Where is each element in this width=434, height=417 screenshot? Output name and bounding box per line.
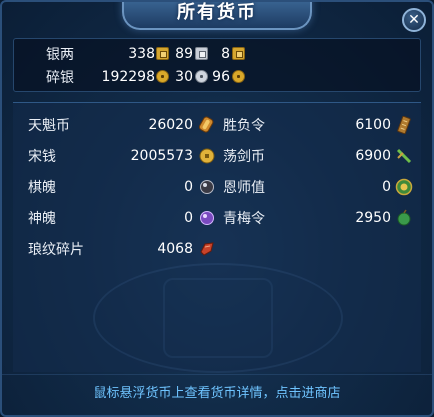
window-title: 所有货币 xyxy=(177,2,257,23)
broken-silver-amount-c: 96 xyxy=(212,69,230,85)
red-fragment-icon xyxy=(200,242,214,256)
chess-stone-icon xyxy=(200,180,214,194)
currency-grid: 天魁币 26020 胜负令 6100 宋钱 2005573 荡剑币 6900 棋… xyxy=(13,102,421,373)
scroll-coin-icon xyxy=(198,116,214,133)
silver-round-coin-icon xyxy=(195,70,208,83)
title-plate: 所有货币 xyxy=(122,2,312,30)
currency-item-songqian[interactable]: 宋钱 2005573 xyxy=(28,143,218,169)
currency-panel: 所有货币 ✕ 银两 338 89 8 碎银 192298 30 96 天魁币 2… xyxy=(0,0,434,417)
currency-value: 2950 xyxy=(355,210,391,226)
broken-silver-amount-a: 192298 xyxy=(101,69,155,85)
currency-item-tiankui[interactable]: 天魁币 26020 xyxy=(28,112,218,138)
green-sword-icon xyxy=(396,148,412,164)
green-plum-icon xyxy=(397,209,411,226)
silver-amount-c: 8 xyxy=(221,46,230,62)
broken-silver-row[interactable]: 碎银 192298 30 96 xyxy=(14,66,422,88)
shop-hint-link[interactable]: 鼠标悬浮货币上查看货币详情，点击进商店 xyxy=(2,374,432,408)
currency-label: 青梅令 xyxy=(223,211,265,227)
currency-label: 恩师值 xyxy=(223,180,265,196)
silver-summary-box: 银两 338 89 8 碎银 192298 30 96 xyxy=(13,38,421,92)
copper-ingot-coin-icon xyxy=(232,47,245,60)
currency-label: 胜负令 xyxy=(223,118,265,134)
currency-value: 4068 xyxy=(157,241,193,257)
silver-ingot-coin-icon xyxy=(195,47,208,60)
silver-label: 银两 xyxy=(46,47,74,63)
gold-coin-icon xyxy=(199,148,215,164)
currency-item-qingmei[interactable]: 青梅令 2950 xyxy=(223,205,413,231)
token-plaque-icon xyxy=(397,116,411,134)
close-icon: ✕ xyxy=(408,12,420,28)
background-ornament-inner xyxy=(163,278,273,358)
currency-item-qipo[interactable]: 棋魄 0 xyxy=(28,174,218,200)
gold-round-coin-icon xyxy=(156,70,169,83)
currency-label: 棋魄 xyxy=(28,180,56,196)
currency-item-shenpo[interactable]: 神魄 0 xyxy=(28,205,218,231)
currency-item-langwen[interactable]: 琅纹碎片 4068 xyxy=(28,236,218,262)
title-bar: 所有货币 xyxy=(2,2,432,30)
currency-value: 26020 xyxy=(148,117,193,133)
purple-orb-icon xyxy=(200,211,214,225)
currency-value: 6100 xyxy=(355,117,391,133)
silver-row[interactable]: 银两 338 89 8 xyxy=(14,43,422,65)
currency-value: 6900 xyxy=(355,148,391,164)
currency-label: 荡剑币 xyxy=(223,149,265,165)
silver-amount-a: 338 xyxy=(128,46,155,62)
currency-item-dangjian[interactable]: 荡剑币 6900 xyxy=(223,143,413,169)
silver-amount-b: 89 xyxy=(175,46,193,62)
currency-value: 2005573 xyxy=(130,148,193,164)
copper-round-coin-icon xyxy=(232,70,245,83)
currency-value: 0 xyxy=(184,179,193,195)
gold-ingot-coin-icon xyxy=(156,47,169,60)
footer-hint-text: 鼠标悬浮货币上查看货币详情，点击进商店 xyxy=(93,386,341,401)
currency-item-shengfu[interactable]: 胜负令 6100 xyxy=(223,112,413,138)
currency-label: 神魄 xyxy=(28,211,56,227)
currency-label: 天魁币 xyxy=(28,118,70,134)
currency-label: 琅纹碎片 xyxy=(28,242,84,258)
currency-item-enshi[interactable]: 恩师值 0 xyxy=(223,174,413,200)
currency-value: 0 xyxy=(382,179,391,195)
broken-silver-amount-b: 30 xyxy=(175,69,193,85)
currency-label: 宋钱 xyxy=(28,149,56,165)
green-gold-medal-icon xyxy=(395,178,413,196)
close-button[interactable]: ✕ xyxy=(402,8,426,32)
currency-value: 0 xyxy=(184,210,193,226)
broken-silver-label: 碎银 xyxy=(46,70,74,86)
